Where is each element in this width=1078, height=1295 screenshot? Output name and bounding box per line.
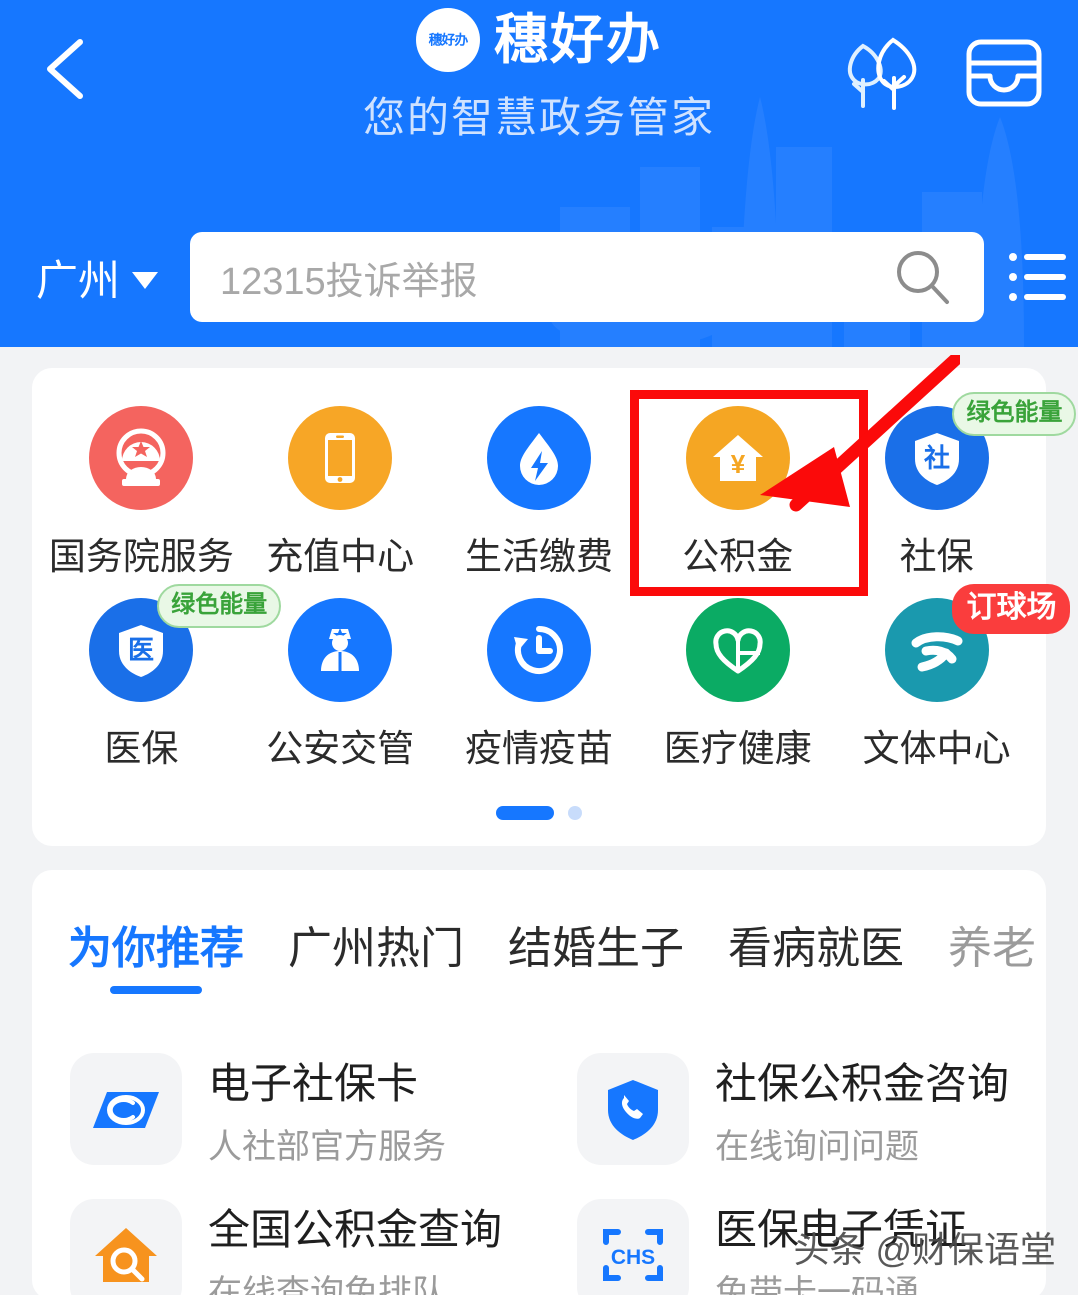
housing-fund-icon: ¥ [685,406,790,510]
svg-text:医: 医 [128,635,154,665]
status-badge: 订球场 [952,584,1071,634]
list-item-title: 电子社保卡 [208,1060,419,1107]
state-council-icon [89,406,194,510]
list-item-subtitle: 在线询问问题 [715,1128,919,1166]
grid-item-medical-health[interactable]: 医疗健康 [638,586,837,772]
app-screen: 穗好办 穗好办 您的智慧政务管家 广州 12315投诉举报 国务院服务 充值中心… [0,0,1078,1295]
tab-medical-visit[interactable]: 看病就医 [728,912,904,994]
recommend-tabs: 为你推荐 广州热门 结婚生子 看病就医 养老 [32,870,1046,994]
status-badge: 绿色能量 [952,392,1077,436]
search-row: 广州 12315投诉举报 [0,232,1078,322]
app-header: 穗好办 穗好办 您的智慧政务管家 广州 12315投诉举报 [0,0,1078,347]
grid-item-label: 社保 [899,536,974,577]
grid-item-sports-culture[interactable]: 订球场 文体中心 [837,584,1071,772]
app-logo: 穗好办 [416,8,480,72]
pagination-dot[interactable] [568,806,582,820]
status-badge: 绿色能量 [157,584,282,628]
trees-icon[interactable] [836,34,920,112]
search-placeholder: 12315投诉举报 [220,260,478,303]
grid-item-social-security[interactable]: 绿色能量 社 社保 [837,392,1077,580]
list-item-title: 社保公积金咨询 [715,1060,1010,1107]
search-icon[interactable] [892,246,954,308]
grid-item-label: 疫情疫苗 [464,728,613,769]
grid-item-epidemic-vaccine[interactable]: 疫情疫苗 [440,586,639,772]
svg-text:CHS: CHS [611,1246,655,1269]
app-title: 穗好办 [494,10,662,70]
grid-item-label: 充值中心 [266,536,415,577]
phone-recharge-icon [288,406,393,510]
tab-guangzhou-hot[interactable]: 广州热门 [288,912,464,994]
list-item[interactable]: 全国公积金查询 在线查询免排队 [32,1182,539,1295]
watermark: 头条 @财保语堂 [793,1229,1056,1270]
grid-item-housing-fund[interactable]: ¥ 公积金 [638,394,837,580]
grid-item-label: 医疗健康 [663,728,812,769]
list-item-text: 电子社保卡 人社部官方服务 [208,1050,446,1168]
list-item-subtitle: 在线查询免排队 [208,1274,446,1295]
list-item[interactable]: 社保公积金咨询 在线询问问题 [539,1036,1046,1182]
tab-marriage-birth[interactable]: 结婚生子 [508,912,684,994]
svg-text:社: 社 [924,443,950,473]
epidemic-vaccine-icon [486,598,591,702]
card-tray-icon[interactable] [964,36,1044,110]
grid-item-state-council[interactable]: 国务院服务 [42,394,241,580]
header-actions [836,34,1044,112]
list-menu-icon [1009,253,1066,301]
list-item[interactable]: 电子社保卡 人社部官方服务 [32,1036,539,1182]
menu-button[interactable] [998,249,1078,305]
svg-text:¥: ¥ [731,449,746,479]
list-item-subtitle: 人社部官方服务 [208,1128,446,1166]
city-label: 广州 [36,256,121,304]
police-traffic-icon [288,598,393,702]
grid-item-medical-insurance[interactable]: 绿色能量 医 医保 [42,584,282,772]
utility-payment-icon [486,406,591,510]
grid-pagination[interactable] [32,806,1046,820]
app-logo-text: 穗好办 [428,32,469,48]
list-item-text: 社保公积金咨询 在线询问问题 [715,1050,1009,1168]
grid-item-label: 文体中心 [862,728,1011,769]
grid-item-label: 医保 [104,728,179,769]
shield-phone-icon [577,1053,689,1165]
grid-item-label: 公积金 [682,536,794,577]
grid-item-label: 国务院服务 [48,536,234,577]
si-card-icon [70,1053,182,1165]
tab-for-you[interactable]: 为你推荐 [68,912,244,994]
list-item-text: 全国公积金查询 在线查询免排队 [208,1196,502,1295]
tab-elderly-care[interactable]: 养老 [948,912,1036,994]
search-input[interactable]: 12315投诉举报 [190,232,984,322]
medical-health-icon [685,598,790,702]
grid-item-recharge[interactable]: 充值中心 [241,394,440,580]
grid-item-label: 生活缴费 [464,536,613,577]
chs-scan-icon: CHS [577,1199,689,1295]
pagination-dot-active[interactable] [496,806,554,820]
list-item-title: 全国公积金查询 [208,1206,503,1253]
service-grid: 国务院服务 充值中心 生活缴费 ¥ 公积金 绿色能量 社 社保 绿色能量 医 医… [32,368,1077,772]
service-grid-card: 国务院服务 充值中心 生活缴费 ¥ 公积金 绿色能量 社 社保 绿色能量 医 医… [32,368,1077,846]
chevron-down-icon [132,272,159,289]
house-search-icon [70,1199,182,1295]
city-selector[interactable]: 广州 [0,247,190,308]
grid-item-label: 公安交管 [266,728,415,769]
grid-item-utility[interactable]: 生活缴费 [440,394,639,580]
